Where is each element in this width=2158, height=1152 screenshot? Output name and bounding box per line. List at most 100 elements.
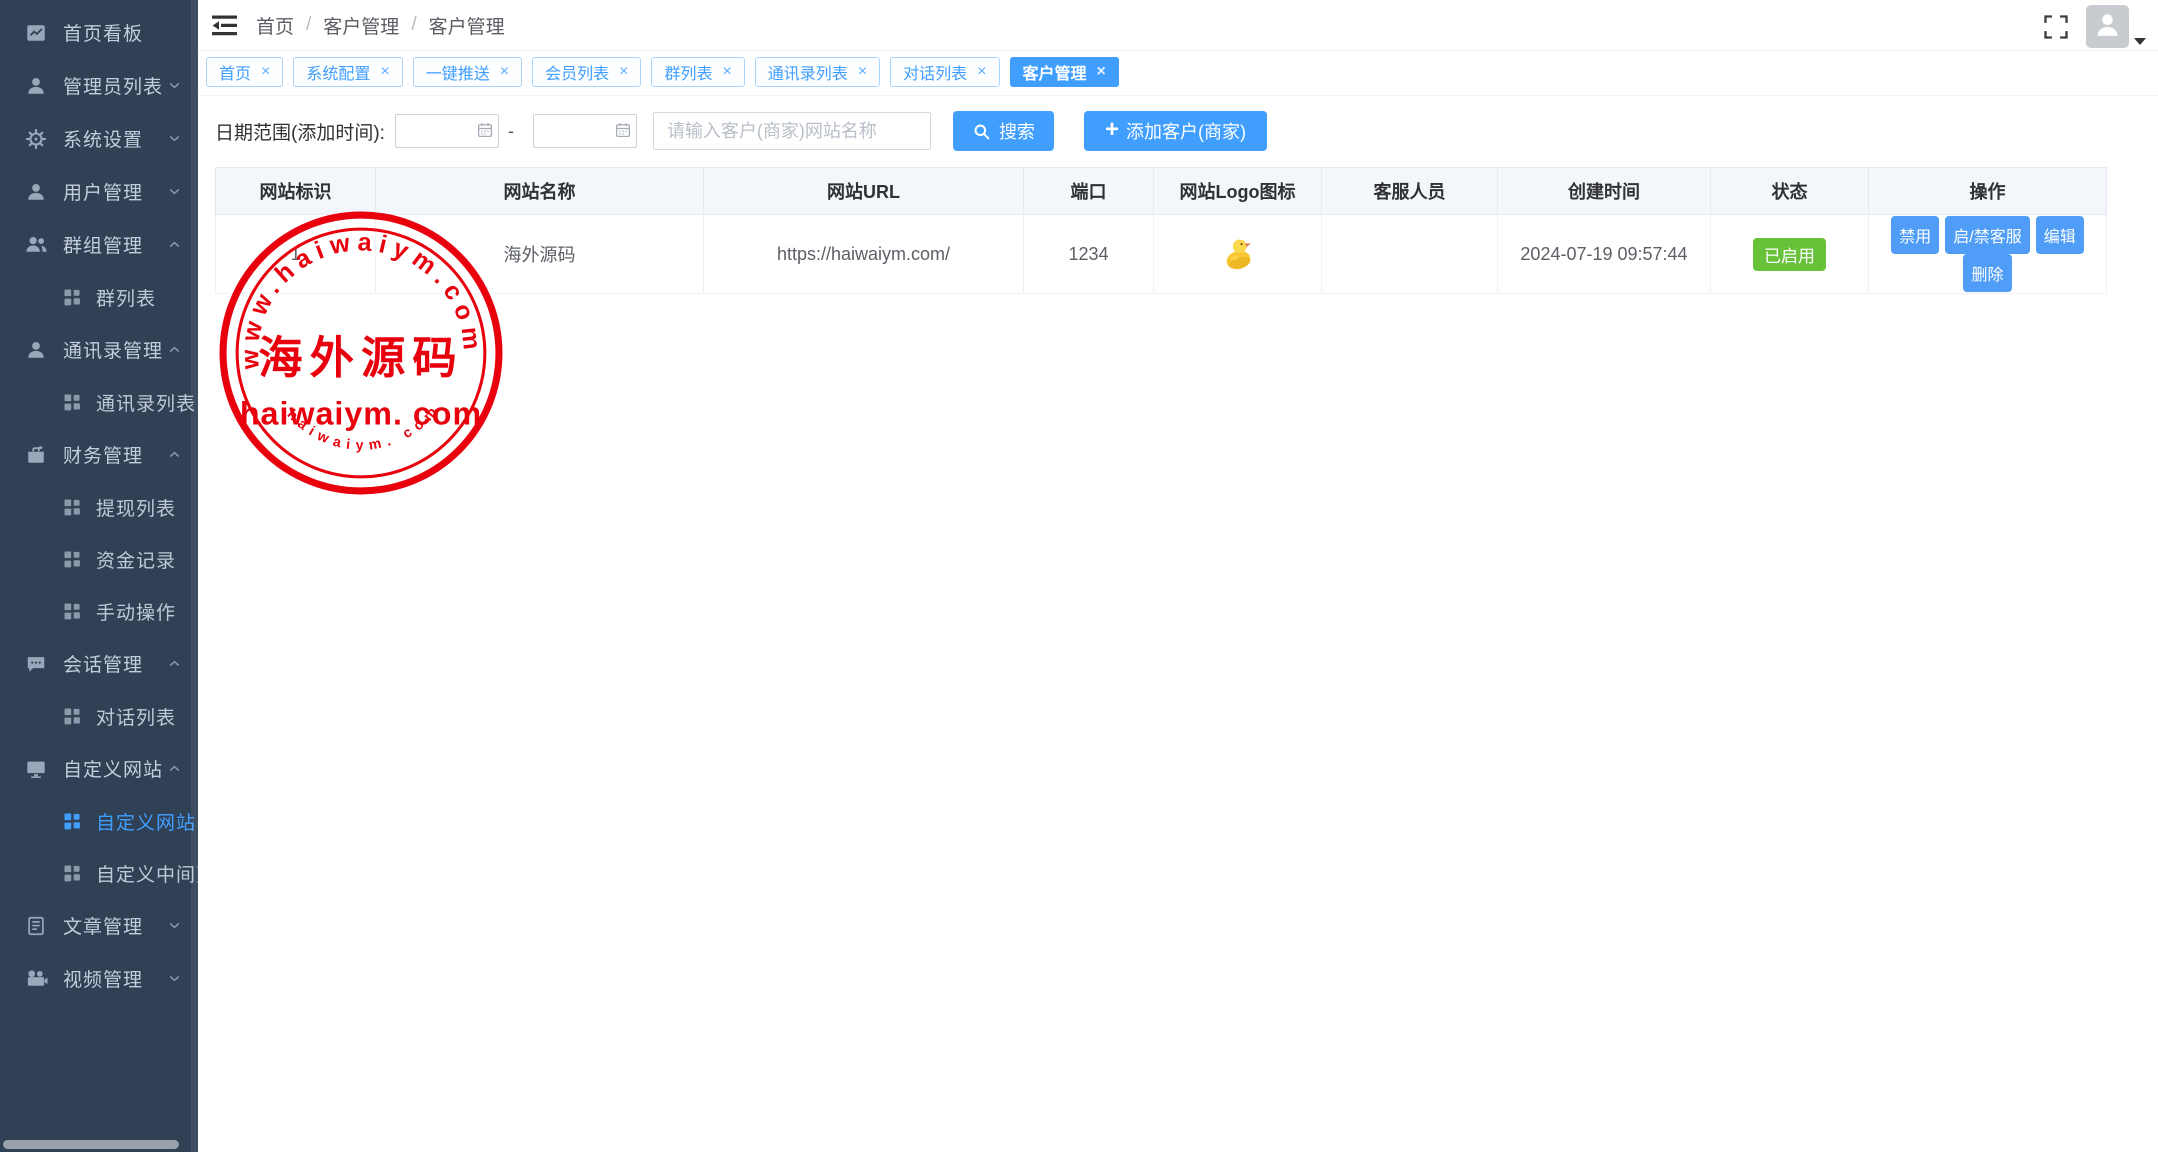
chevron-up-icon (167, 656, 182, 671)
action-button-编辑[interactable]: 编辑 (2036, 216, 2084, 254)
action-button-删除[interactable]: 删除 (1963, 254, 2011, 292)
video-icon (24, 967, 48, 990)
sidebar-item-label: 视频管理 (63, 965, 163, 992)
add-customer-button[interactable]: + 添加客户(商家) (1084, 111, 1267, 151)
chevron-up-icon (167, 237, 182, 252)
tab-一键推送[interactable]: 一键推送 × (413, 57, 522, 87)
site-name-search-input[interactable] (653, 112, 931, 150)
table-row: 1海外源码https://haiwaiym.com/12342024-07-19… (216, 215, 2107, 294)
breadcrumb-item[interactable]: 客户管理 (323, 12, 399, 39)
fullscreen-icon[interactable] (2042, 13, 2070, 41)
plus-icon: + (1105, 118, 1119, 142)
close-tab-icon[interactable]: × (722, 64, 731, 80)
watermark-center-en: haiwaiym. com (240, 395, 482, 431)
tab-首页[interactable]: 首页 × (206, 57, 283, 87)
sidebar-item-session-management[interactable]: 会话管理 (0, 637, 198, 690)
close-tab-icon[interactable]: × (380, 64, 389, 80)
search-icon (972, 122, 991, 141)
sidebar-item-contacts-list[interactable]: 通讯录列表 (0, 376, 198, 428)
sidebar-item-contacts-management[interactable]: 通讯录管理 (0, 323, 198, 376)
user-avatar-icon (2092, 9, 2123, 45)
sidebar-item-label: 群组管理 (63, 231, 163, 258)
sidebar-item-system-settings[interactable]: 系统设置 (0, 112, 198, 165)
close-tab-icon[interactable]: × (858, 64, 867, 80)
tab-label: 首页 (219, 60, 251, 84)
sidebar-item-label: 自定义网站 (96, 808, 196, 835)
sidebar-item-user-management[interactable]: 用户管理 (0, 165, 198, 218)
user-icon (24, 339, 48, 361)
tab-群列表[interactable]: 群列表× (651, 57, 744, 87)
sidebar-item-finance-management[interactable]: 财务管理 (0, 428, 198, 481)
close-tab-icon[interactable]: × (1097, 64, 1106, 80)
chevron-down-icon (167, 184, 182, 199)
sidebar-item-custom-website[interactable]: 自定义网站 (0, 742, 198, 795)
chevron-up-icon (167, 447, 182, 462)
watermark-bottom-text: haiwaiym. com (284, 399, 443, 453)
tab-label: 一键推送 (426, 60, 490, 84)
column-header: 网站标识 (216, 168, 376, 215)
collapse-menu-icon[interactable] (212, 14, 238, 37)
sidebar-item-group-management[interactable]: 群组管理 (0, 218, 198, 271)
column-header: 网站Logo图标 (1154, 168, 1322, 215)
date-separator: - (508, 121, 514, 142)
table-header-row: 网站标识网站名称网站URL端口网站Logo图标客服人员创建时间状态操作 (216, 168, 2107, 215)
sidebar-item-group-list[interactable]: 群列表 (0, 271, 198, 323)
sidebar-item-label: 提现列表 (96, 494, 182, 521)
sidebar-item-manual-operation[interactable]: 手动操作 (0, 585, 198, 637)
user-menu-caret-icon[interactable] (2134, 38, 2146, 45)
tab-对话列表[interactable]: 对话列表× (890, 57, 999, 87)
date-end-input[interactable] (533, 114, 637, 148)
main-area: 首页/客户管理/客户管理 首页×系统配置×一键推送×会员列表×群列表×通讯录列表… (198, 0, 2158, 1152)
sidebar-item-video-management[interactable]: 视频管理 (0, 952, 198, 1005)
close-tab-icon[interactable]: × (977, 64, 986, 80)
column-header: 操作 (1869, 168, 2107, 215)
sidebar-scrollbar-thumb[interactable] (3, 1140, 179, 1149)
sidebar-item-label: 自定义网站 (63, 755, 163, 782)
tab-客户管理[interactable]: 客户管理× (1010, 57, 1119, 87)
sidebar-item-withdraw-list[interactable]: 提现列表 (0, 481, 198, 533)
breadcrumb-item[interactable]: 首页 (256, 12, 294, 39)
sidebar-item-fund-records[interactable]: 资金记录 (0, 533, 198, 585)
date-start-input[interactable] (395, 114, 499, 148)
date-start-field[interactable] (402, 116, 476, 146)
sidebar-item-label: 通讯录列表 (96, 389, 196, 416)
customers-table: 网站标识网站名称网站URL端口网站Logo图标客服人员创建时间状态操作 1海外源… (215, 167, 2107, 294)
user-icon (24, 75, 48, 97)
tab-系统配置[interactable]: 系统配置× (293, 57, 402, 87)
user-avatar[interactable] (2086, 5, 2129, 48)
briefcase-icon (24, 444, 48, 466)
date-range-label: 日期范围(添加时间): (215, 118, 385, 145)
column-header: 客服人员 (1322, 168, 1498, 215)
grid-icon (62, 392, 82, 412)
sidebar-item-custom-middle-page[interactable]: 自定义中间页面 (0, 847, 198, 899)
tab-会员列表[interactable]: 会员列表× (532, 57, 641, 87)
sidebar-item-article-management[interactable]: 文章管理 (0, 899, 198, 952)
sidebar-item-admin-list[interactable]: 管理员列表 (0, 59, 198, 112)
grid-icon (62, 601, 82, 621)
sidebar: 首页看板管理员列表系统设置用户管理群组管理群列表通讯录管理通讯录列表财务管理提现… (0, 0, 198, 1152)
sidebar-item-label: 首页看板 (63, 19, 182, 46)
topbar-right (2042, 5, 2146, 48)
cell-site-name: 海外源码 (376, 215, 704, 294)
close-tab-icon[interactable]: × (500, 64, 509, 80)
sidebar-item-label: 文章管理 (63, 912, 163, 939)
action-button-启/禁客服[interactable]: 启/禁客服 (1945, 216, 2029, 254)
tab-通讯录列表[interactable]: 通讯录列表× (755, 57, 880, 87)
sidebar-item-label: 用户管理 (63, 178, 163, 205)
sidebar-item-custom-website-sub[interactable]: 自定义网站 (0, 795, 198, 847)
user-icon (24, 181, 48, 203)
sidebar-item-dialog-list[interactable]: 对话列表 (0, 690, 198, 742)
search-button[interactable]: 搜索 (953, 111, 1054, 151)
action-button-禁用[interactable]: 禁用 (1891, 216, 1939, 254)
date-end-field[interactable] (540, 116, 614, 146)
grid-icon (62, 863, 82, 883)
sidebar-item-dashboard[interactable]: 首页看板 (0, 6, 198, 59)
close-tab-icon[interactable]: × (261, 64, 270, 80)
calendar-icon (614, 121, 632, 139)
close-tab-icon[interactable]: × (619, 64, 628, 80)
breadcrumb-separator: / (411, 14, 416, 36)
calendar-icon (476, 121, 494, 139)
add-customer-button-label: 添加客户(商家) (1126, 118, 1246, 144)
chevron-up-icon (167, 761, 182, 776)
grid-icon (62, 287, 82, 307)
